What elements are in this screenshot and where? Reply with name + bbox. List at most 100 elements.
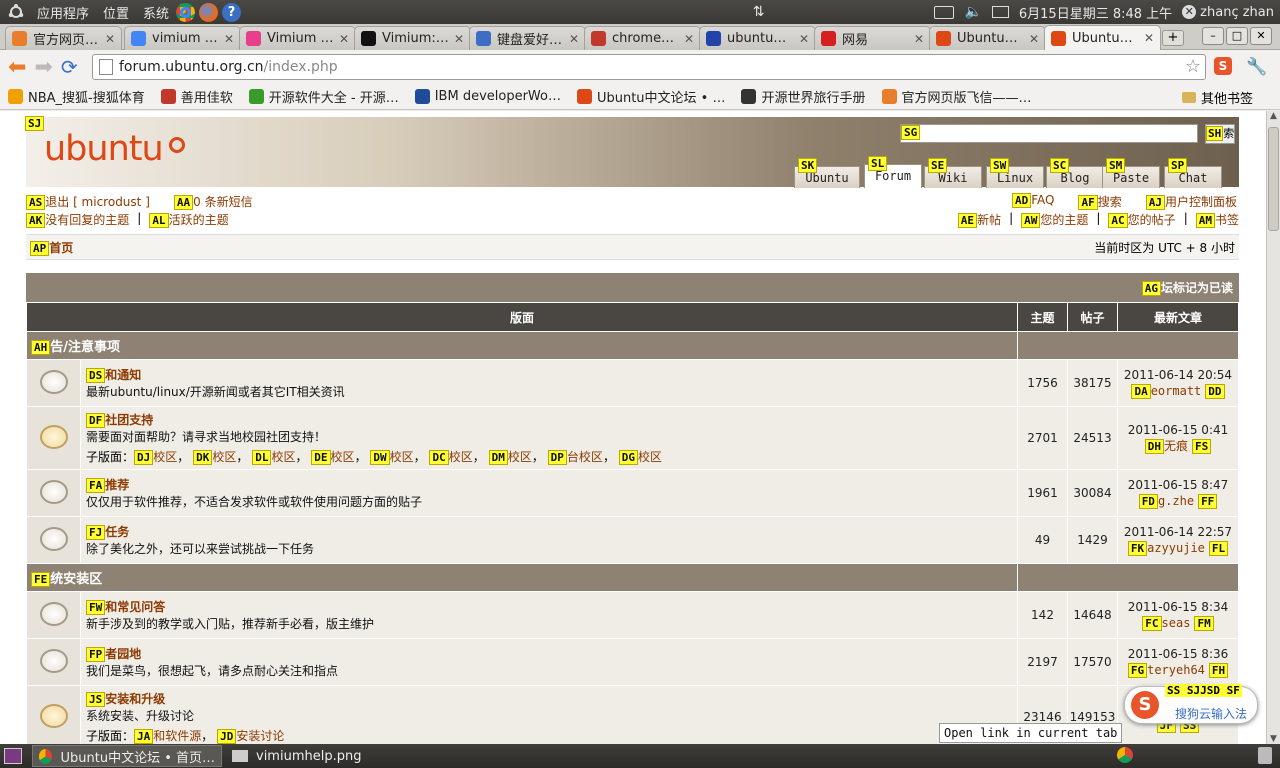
chrome-launcher-icon[interactable] — [176, 2, 196, 22]
header-link-label[interactable]: 新帖 — [977, 213, 1001, 227]
bookmark-item[interactable]: IBM developerWo… — [407, 89, 569, 104]
last-post-user[interactable]: g.zhe — [1158, 494, 1194, 508]
header-link-label[interactable]: 活跃的主题 — [169, 213, 229, 227]
hint-nav[interactable]: SC — [1050, 158, 1070, 173]
hint-subforum[interactable]: JA — [134, 729, 154, 744]
header-link-label[interactable]: 搜索 — [1098, 195, 1122, 209]
subforum-link[interactable]: 校区 — [390, 450, 414, 464]
mail-icon[interactable] — [991, 6, 1009, 18]
nav-tab-ubuntu[interactable]: SK Ubuntu — [794, 158, 860, 188]
header-link-label[interactable]: FAQ — [1031, 193, 1054, 207]
hint-author[interactable]: FC — [1142, 616, 1162, 631]
other-bookmarks[interactable]: 其他书签 — [1182, 88, 1253, 107]
category-label[interactable]: 统安装区 — [50, 572, 102, 587]
nav-tab-chat[interactable]: SP Chat — [1164, 158, 1222, 188]
forum-title[interactable]: DF 社团支持 — [86, 411, 1012, 428]
menu-places[interactable]: 位置 — [96, 3, 136, 22]
hint-subforum[interactable]: DK — [193, 450, 213, 465]
search-box[interactable]: SG — [900, 124, 1198, 143]
back-icon[interactable]: ⬅ — [8, 55, 26, 80]
forum-title-text[interactable]: 和通知 — [105, 368, 141, 382]
minimize-button[interactable]: – — [1202, 27, 1224, 45]
tab-close-icon[interactable]: ✕ — [454, 32, 464, 46]
hint-forum[interactable]: JS — [86, 692, 106, 707]
subforum-link[interactable]: 校区 — [449, 450, 473, 464]
forum-title-text[interactable]: 安装和升级 — [105, 692, 165, 706]
header-link-label[interactable]: 0 条新短信 — [193, 195, 252, 209]
subforum-link[interactable]: 校区 — [638, 450, 662, 464]
tab-1[interactable]: 官方网页… ✕ — [5, 26, 122, 50]
header-link-label[interactable]: 书签 — [1215, 213, 1239, 227]
header-link-label[interactable]: 您的主题 — [1040, 213, 1088, 227]
bookmark-item[interactable]: 开源世界旅行手册 — [733, 87, 873, 106]
forum-title[interactable]: FW 和常见问答 — [86, 598, 1012, 615]
hint-link[interactable]: AD — [1011, 193, 1032, 208]
scroll-thumb[interactable] — [1268, 127, 1279, 231]
address-bar[interactable]: forum.ubuntu.org.cn/index.php ☆ — [92, 54, 1206, 80]
hint-forum[interactable]: FA — [86, 478, 106, 493]
hint-link[interactable]: AE — [957, 213, 978, 228]
header-link[interactable]: AD FAQ — [1011, 193, 1054, 211]
hint-link[interactable]: AM — [1195, 213, 1215, 228]
tab-10[interactable]: Ubuntu… ✕ — [1044, 25, 1161, 50]
tab-close-icon[interactable]: ✕ — [1144, 31, 1154, 45]
tab-3[interactable]: Vimium … ✕ — [239, 26, 356, 50]
show-desktop-icon[interactable] — [4, 748, 22, 764]
hint-forum[interactable]: FP — [86, 647, 106, 662]
menu-applications[interactable]: 应用程序 — [30, 3, 96, 22]
tray-chrome-icon[interactable] — [1117, 747, 1133, 763]
hint-link[interactable]: AC — [1108, 213, 1128, 228]
tab-close-icon[interactable]: ✕ — [799, 32, 809, 46]
ubuntu-logo[interactable]: ubuntu — [44, 129, 185, 169]
breadcrumb[interactable]: AP 首页 — [30, 239, 73, 256]
header-link-label[interactable]: 用户控制面板 — [1165, 195, 1237, 209]
hint-subforum[interactable]: DG — [618, 450, 639, 465]
forward-icon[interactable]: ➡ — [34, 55, 52, 80]
wrench-icon[interactable]: 🔧 — [1246, 57, 1267, 77]
header-link-label[interactable]: 退出 [ microdust ] — [45, 195, 150, 209]
last-post-user[interactable]: 无痕 — [1164, 439, 1188, 453]
forum-title[interactable]: JS 安装和升级 — [86, 690, 1012, 707]
category-title[interactable]: AH 告/注意事项 — [26, 331, 1018, 360]
bookmark-item[interactable]: Ubuntu中文论坛 • … — [569, 87, 734, 106]
hint-subforum[interactable]: DW — [370, 450, 390, 465]
hint-goto-last[interactable]: DD — [1205, 384, 1225, 399]
hint-goto-last[interactable]: FL — [1208, 541, 1229, 556]
subforum-link[interactable]: 校区 — [508, 450, 532, 464]
subforum-link[interactable]: 校区 — [271, 450, 295, 464]
subforum-link[interactable]: 安装讨论 — [236, 729, 284, 743]
hint-link[interactable]: AL — [149, 213, 169, 228]
network-arrows-icon[interactable]: ⇅ — [753, 4, 765, 20]
hint-forum[interactable]: DS — [86, 368, 106, 383]
new-tab-button[interactable]: + — [1162, 30, 1184, 46]
tab-2[interactable]: vimium … ✕ — [124, 26, 241, 50]
hint-subforum[interactable]: DP — [547, 450, 567, 465]
tab-4[interactable]: Vimium:… ✕ — [354, 26, 471, 50]
scroll-down-arrow[interactable]: ▼ — [1267, 734, 1280, 744]
hint-author[interactable]: FK — [1127, 541, 1148, 556]
forum-title-text[interactable]: 社团支持 — [105, 413, 153, 427]
search-button[interactable]: SH 索 — [1205, 124, 1235, 144]
datetime[interactable]: 6月15日星期三 8:48 上午 — [1019, 3, 1172, 22]
hint-link[interactable]: AJ — [1145, 195, 1165, 210]
category-title[interactable]: FE 统安装区 — [26, 563, 1018, 592]
last-post-user[interactable]: eormatt — [1151, 384, 1202, 398]
header-link[interactable]: AA 0 条新短信 — [173, 193, 253, 211]
subforum-link[interactable]: 校区 — [212, 450, 236, 464]
header-link[interactable]: AK 没有回复的主题 — [26, 211, 129, 229]
tab-close-icon[interactable]: ✕ — [914, 32, 924, 46]
reload-icon[interactable]: ⟳ — [61, 55, 78, 79]
hint-goto-last[interactable]: FS — [1192, 439, 1212, 454]
forum-title-text[interactable]: 和常见问答 — [105, 600, 165, 614]
hint-category[interactable]: FE — [31, 572, 51, 587]
subforum-link[interactable]: 校区 — [153, 450, 177, 464]
forum-title[interactable]: FP 者园地 — [86, 645, 1012, 662]
ubuntu-logo-icon[interactable] — [6, 2, 26, 22]
tab-close-icon[interactable]: ✕ — [1029, 32, 1039, 46]
hint-nav[interactable]: SM — [1106, 158, 1126, 173]
tab-6[interactable]: chrome… ✕ — [584, 26, 701, 50]
bookmark-item[interactable]: NBA_搜狐-搜狐体育 — [0, 87, 153, 106]
bookmark-item[interactable]: 官方网页版飞信——… — [874, 87, 1040, 106]
hint-corner[interactable]: SJ — [25, 116, 45, 131]
last-post-user[interactable]: azyyujie — [1147, 541, 1205, 555]
